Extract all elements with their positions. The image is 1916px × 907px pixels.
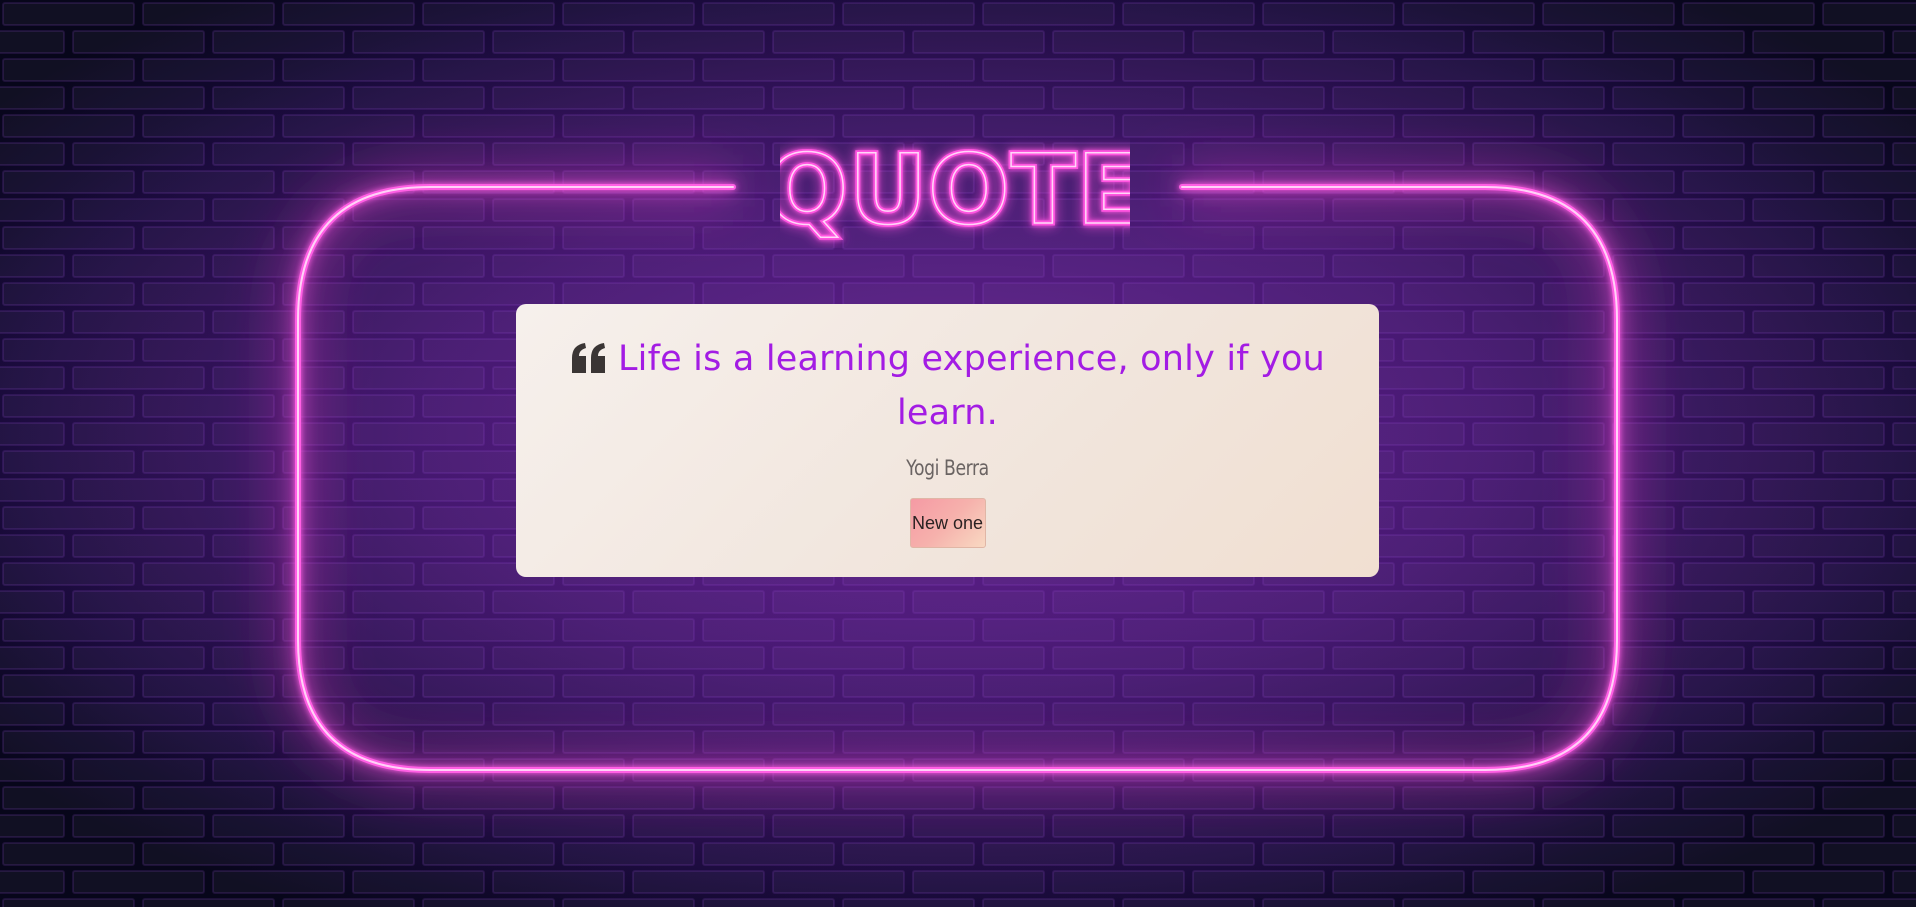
new-quote-button[interactable]: New one bbox=[909, 498, 986, 548]
quote-author: Yogi Berra bbox=[906, 456, 989, 480]
quote-left-icon bbox=[571, 343, 605, 373]
quote-card: Life is a learning experience, only if y… bbox=[516, 304, 1379, 577]
sign-title-core: QUOTE bbox=[780, 134, 1130, 246]
quote-text: Life is a learning experience, only if y… bbox=[617, 339, 1326, 433]
quote-text-block: Life is a learning experience, only if y… bbox=[558, 332, 1338, 440]
neon-quote-sign: QUOTE QUOTE bbox=[780, 132, 1130, 249]
